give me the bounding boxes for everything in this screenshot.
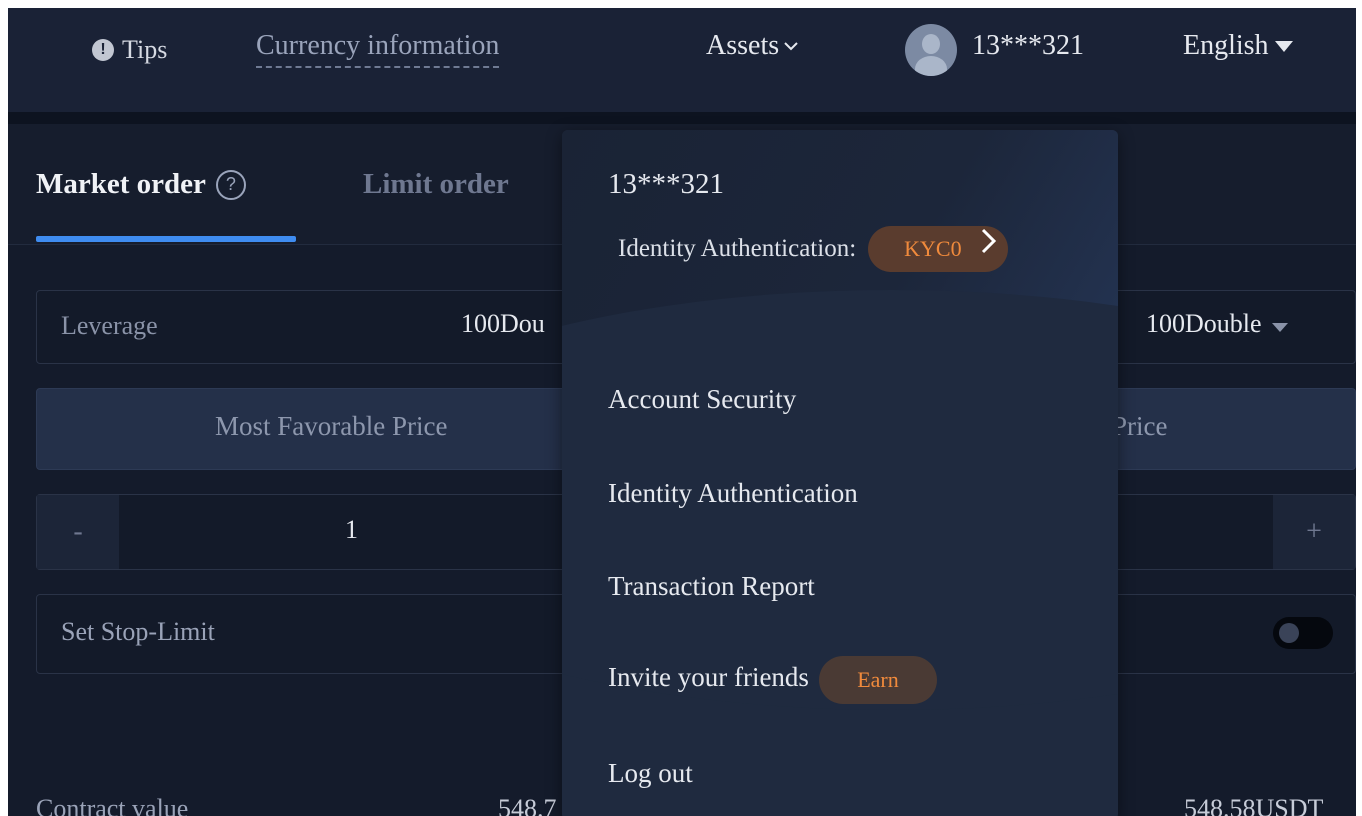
help-icon[interactable]: ? xyxy=(215,169,246,200)
tab-market-order-label: Market order xyxy=(36,168,206,200)
top-nav-bar: ! Tips Currency information Assets 13***… xyxy=(8,8,1356,112)
quantity-stepper: - 1 xyxy=(36,494,596,570)
leverage-right-value: 100Double xyxy=(1146,309,1262,338)
contract-value-label: Contract value xyxy=(36,794,189,816)
active-tab-indicator xyxy=(36,236,296,242)
currency-information-link[interactable]: Currency information xyxy=(256,30,500,68)
price-label: Price xyxy=(1112,411,1168,441)
caret-down-icon xyxy=(1274,40,1293,52)
language-selector[interactable]: English xyxy=(1183,30,1293,62)
stop-limit-row: Set Stop-Limit xyxy=(36,594,596,674)
menu-item-account-security[interactable]: Account Security xyxy=(608,384,796,415)
kyc-level: KYC0 xyxy=(904,236,962,261)
dropdown-username: 13***321 xyxy=(608,168,724,200)
assets-menu[interactable]: Assets xyxy=(706,30,799,62)
leverage-selector[interactable]: Leverage 100Dou xyxy=(36,290,596,364)
menu-item-log-out[interactable]: Log out xyxy=(608,758,693,789)
menu-item-transaction-report[interactable]: Transaction Report xyxy=(608,571,815,602)
increment-button[interactable]: + xyxy=(1273,495,1355,569)
exclamation-icon: ! xyxy=(92,39,114,61)
leverage-label: Leverage xyxy=(61,311,158,340)
stop-limit-label: Set Stop-Limit xyxy=(61,617,215,646)
username-menu[interactable]: 13***321 xyxy=(972,30,1084,62)
language-label: English xyxy=(1183,30,1269,61)
tab-limit-order[interactable]: Limit order xyxy=(363,168,509,201)
earn-badge: Earn xyxy=(818,656,937,704)
quantity-value[interactable]: 1 xyxy=(345,515,358,545)
leverage-right-value-wrap: 100Double xyxy=(1146,309,1288,339)
chevron-down-icon xyxy=(784,42,798,51)
tab-market-order[interactable]: Market order ? xyxy=(36,168,246,201)
most-favorable-price-label: Most Favorable Price xyxy=(215,411,448,441)
leverage-selector-right[interactable]: 100Double xyxy=(1108,290,1356,364)
toggle-knob xyxy=(1279,623,1299,643)
tips-label: Tips xyxy=(122,35,168,64)
caret-down-icon xyxy=(1271,322,1288,332)
contract-value-right: 548.58USDT xyxy=(1184,794,1324,816)
identity-status-row[interactable]: Identity Authentication: KYC0 xyxy=(618,226,1009,272)
user-dropdown-menu: 13***321 Identity Authentication: KYC0 A… xyxy=(562,130,1118,816)
stop-limit-toggle[interactable] xyxy=(1273,617,1333,649)
assets-label: Assets xyxy=(706,30,780,61)
app-frame: ! Tips Currency information Assets 13***… xyxy=(8,8,1356,816)
decrement-button[interactable]: - xyxy=(37,495,119,569)
menu-item-identity-authentication[interactable]: Identity Authentication xyxy=(608,478,858,509)
nav-divider xyxy=(8,112,1356,124)
price-button[interactable]: Price xyxy=(1108,388,1356,470)
tips-link[interactable]: ! Tips xyxy=(92,30,167,70)
avatar[interactable] xyxy=(905,24,957,76)
stop-limit-row-right xyxy=(1108,594,1356,674)
contract-value-left: 548.7 xyxy=(498,794,557,816)
kyc-badge[interactable]: KYC0 xyxy=(868,226,1009,272)
identity-status-label: Identity Authentication: xyxy=(618,235,857,262)
quantity-stepper-right: + xyxy=(1108,494,1356,570)
chevron-right-icon xyxy=(982,228,997,254)
invite-friends-label: Invite your friends xyxy=(608,662,809,693)
most-favorable-price-button[interactable]: Most Favorable Price xyxy=(36,388,596,470)
menu-item-invite-friends[interactable]: Invite your friends Earn xyxy=(608,656,937,704)
leverage-value: 100Dou xyxy=(461,309,545,338)
